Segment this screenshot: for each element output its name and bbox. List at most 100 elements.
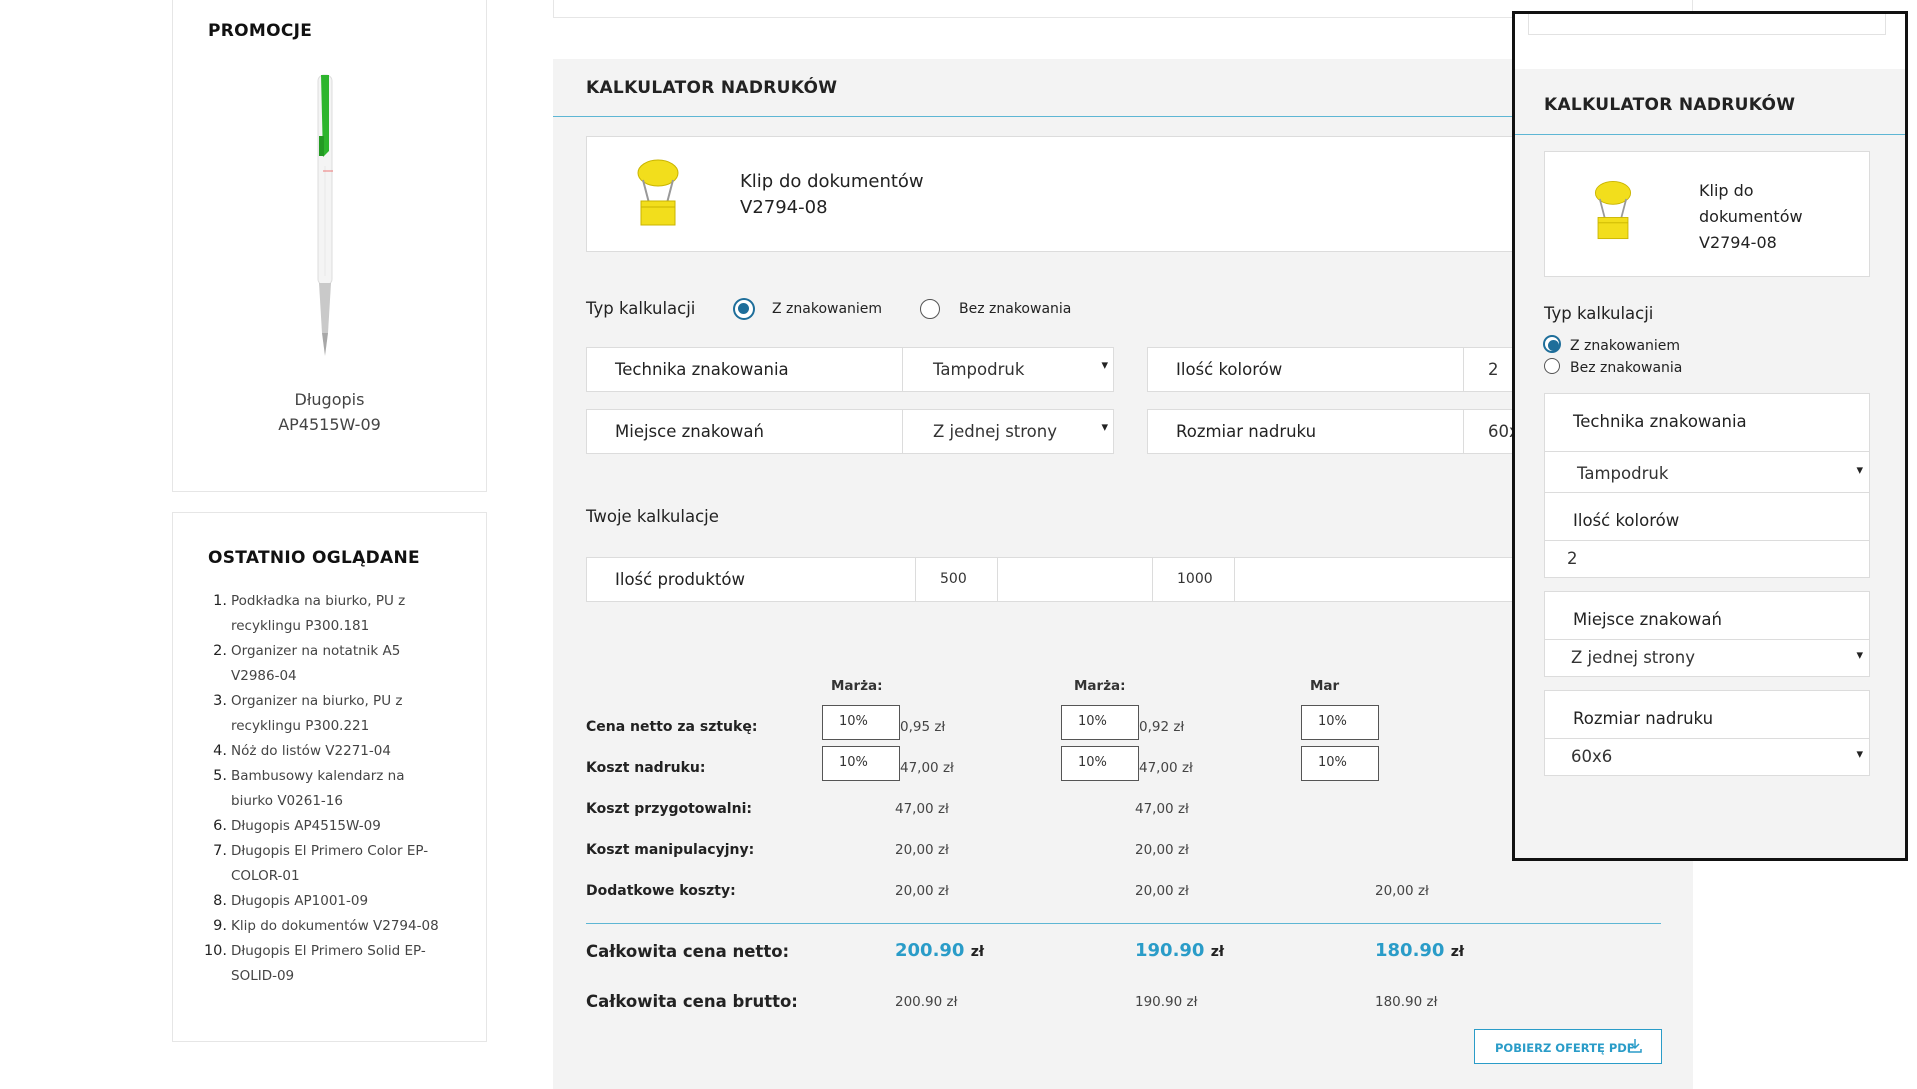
promo-title: PROMOCJE <box>208 21 313 41</box>
radio-with-marking-label[interactable]: Z znakowaniem <box>772 301 882 317</box>
mobile-calculator-header: KALKULATOR NADRUKÓW <box>1515 69 1905 135</box>
mobile-radio-with-marking-label[interactable]: Z znakowaniem <box>1570 338 1680 354</box>
mobile-place-select[interactable]: Z jednej strony ▾ <box>1545 639 1869 677</box>
margin-input[interactable]: 10% <box>1061 705 1139 740</box>
quantity-cell-500[interactable]: 500 <box>915 558 997 601</box>
mobile-print-size-select[interactable]: 60x6 ▾ <box>1545 738 1869 776</box>
extra-cost-label: Dodatkowe koszty: <box>586 883 736 899</box>
margin-input[interactable]: 10% <box>822 746 900 781</box>
total-net-label: Całkowita cena netto: <box>586 942 790 961</box>
pen-product-image[interactable] <box>311 71 339 361</box>
margin-input[interactable]: 10% <box>822 705 900 740</box>
product-name: Klip do dokumentów <box>740 171 924 192</box>
mobile-preview-frame: KALKULATOR NADRUKÓW Klip do dokumentów V… <box>1512 11 1908 861</box>
binder-clip-image <box>1594 180 1632 240</box>
mobile-print-size-field: Rozmiar nadruku 60x6 ▾ <box>1544 690 1870 776</box>
chevron-down-icon: ▾ <box>1856 463 1863 478</box>
download-pdf-button[interactable]: POBIERZ OFERTĘ PDF <box>1474 1029 1662 1064</box>
mobile-print-size-label: Rozmiar nadruku <box>1573 709 1714 728</box>
list-item[interactable]: 7. Długopis El Primero Color EP- COLOR-01 <box>213 839 471 889</box>
handling-cost-value: 20,00 zł <box>1135 842 1189 858</box>
margin-header: Marża: <box>1074 678 1126 694</box>
place-select[interactable]: Z jednej strony ▾ <box>902 410 1114 453</box>
print-size-label: Rozmiar nadruku <box>1176 422 1317 441</box>
colors-label: Ilość kolorów <box>1176 360 1283 379</box>
recently-viewed-list: 1. Podkładka na biurko, PU z recyklingu P3… <box>204 589 471 989</box>
margin-input[interactable]: 10% <box>1061 746 1139 781</box>
list-item[interactable]: 9. Klip do dokumentów V2794-08 <box>213 914 471 939</box>
technique-label: Technika znakowania <box>615 360 789 379</box>
unit-net-label: Cena netto za sztukę: <box>586 719 758 735</box>
print-cost-label: Koszt nadruku: <box>586 760 706 776</box>
margin-input[interactable]: 10% <box>1301 705 1379 740</box>
mobile-place-value: Z jednej strony <box>1571 648 1695 667</box>
mobile-top-strip <box>1528 14 1886 35</box>
radio-with-marking[interactable] <box>734 299 754 319</box>
technique-field: Technika znakowania Tampodruk ▾ <box>586 347 1114 392</box>
place-value: Z jednej strony <box>933 422 1057 441</box>
mobile-technique-label: Technika znakowania <box>1573 412 1747 431</box>
mobile-radio-without-marking-label[interactable]: Bez znakowania <box>1570 360 1682 376</box>
list-item[interactable]: 8. Długopis AP1001-09 <box>213 889 471 914</box>
chevron-down-icon: ▾ <box>1856 747 1863 762</box>
recently-viewed-title: OSTATNIO OGLĄDANE <box>208 548 420 568</box>
mobile-product-name: Klip do dokumentów V2794-08 <box>1699 181 1803 252</box>
list-item[interactable]: 10. Długopis El Primero Solid EP- SOLID-09 <box>204 939 471 989</box>
mobile-technique-select[interactable]: Tampodruk ▾ <box>1545 451 1869 495</box>
print-cost-value: 47,00 zł <box>900 760 954 776</box>
margin-header: Mar <box>1310 678 1340 694</box>
total-gross-value: 200.90 zł <box>895 994 958 1010</box>
mobile-product-card: Klip do dokumentów V2794-08 <box>1544 151 1870 277</box>
list-item[interactable]: 5. Bambusowy kalendarz na biurko V0261-16 <box>213 764 471 814</box>
mobile-colors-label: Ilość kolorów <box>1573 511 1680 530</box>
product-card: Klip do dokumentów V2794-08 <box>586 136 1586 252</box>
recently-viewed-box: OSTATNIO OGLĄDANE 1. Podkładka na biurko,… <box>172 512 487 1042</box>
mobile-print-size-value: 60x6 <box>1571 747 1613 766</box>
margin-input[interactable]: 10% <box>1301 746 1379 781</box>
chevron-down-icon: ▾ <box>1101 420 1108 435</box>
prep-cost-label: Koszt przygotowalni: <box>586 801 752 817</box>
place-label: Miejsce znakowań <box>615 422 764 441</box>
total-net-value: 180.90 zł <box>1375 940 1465 961</box>
list-item[interactable]: 2. Organizer na notatnik A5 V2986-04 <box>213 639 471 689</box>
technique-select[interactable]: Tampodruk ▾ <box>902 348 1114 391</box>
total-gross-value: 190.90 zł <box>1135 994 1198 1010</box>
mobile-technique-field: Technika znakowania Tampodruk ▾ <box>1544 393 1870 496</box>
product-code: V2794-08 <box>740 197 828 218</box>
total-net-value: 200.90 zł <box>895 940 985 961</box>
extra-cost-value: 20,00 zł <box>1375 883 1429 899</box>
promo-product-name[interactable]: Długopis <box>173 390 486 409</box>
download-icon <box>1628 1039 1642 1053</box>
handling-cost-label: Koszt manipulacyjny: <box>586 842 755 858</box>
print-size-field: Rozmiar nadruku 60x <box>1147 409 1567 454</box>
handling-cost-value: 20,00 zł <box>895 842 949 858</box>
unit-net-value: 0,95 zł <box>900 719 946 735</box>
mobile-radio-without-marking[interactable] <box>1544 358 1560 374</box>
prep-cost-value: 47,00 zł <box>1135 801 1189 817</box>
place-field: Miejsce znakowań Z jednej strony ▾ <box>586 409 1114 454</box>
mobile-colors-input[interactable]: 2 <box>1545 540 1869 578</box>
list-item[interactable]: 4. Nóż do listów V2271-04 <box>213 739 471 764</box>
total-gross-value: 180.90 zł <box>1375 994 1438 1010</box>
colors-value: 2 <box>1488 360 1499 379</box>
list-item[interactable]: 1. Podkładka na biurko, PU z recyklingu P3… <box>213 589 471 639</box>
quantity-cell-1000[interactable]: 1000 <box>1152 558 1234 601</box>
print-cost-value: 47,00 zł <box>1139 760 1193 776</box>
quantity-label: Ilość produktów <box>615 570 745 589</box>
mobile-place-field: Miejsce znakowań Z jednej strony ▾ <box>1544 591 1870 677</box>
list-item[interactable]: 6. Długopis AP4515W-09 <box>213 814 471 839</box>
mobile-place-label: Miejsce znakowań <box>1573 610 1722 629</box>
binder-clip-image <box>637 159 679 226</box>
mobile-calculator-title: KALKULATOR NADRUKÓW <box>1544 95 1796 115</box>
radio-without-marking[interactable] <box>920 299 940 319</box>
chevron-down-icon: ▾ <box>1856 648 1863 663</box>
mobile-technique-value: Tampodruk <box>1577 464 1669 483</box>
mobile-radio-with-marking[interactable] <box>1544 336 1560 352</box>
totals-divider <box>586 923 1661 924</box>
unit-net-value: 0,92 zł <box>1139 719 1185 735</box>
total-gross-label: Całkowita cena brutto: <box>586 992 798 1011</box>
extra-cost-value: 20,00 zł <box>895 883 949 899</box>
radio-without-marking-label[interactable]: Bez znakowania <box>959 301 1071 317</box>
list-item[interactable]: 3. Organizer na biurko, PU z recyklingu P3… <box>213 689 471 739</box>
promo-product-code[interactable]: AP4515W-09 <box>173 415 486 434</box>
